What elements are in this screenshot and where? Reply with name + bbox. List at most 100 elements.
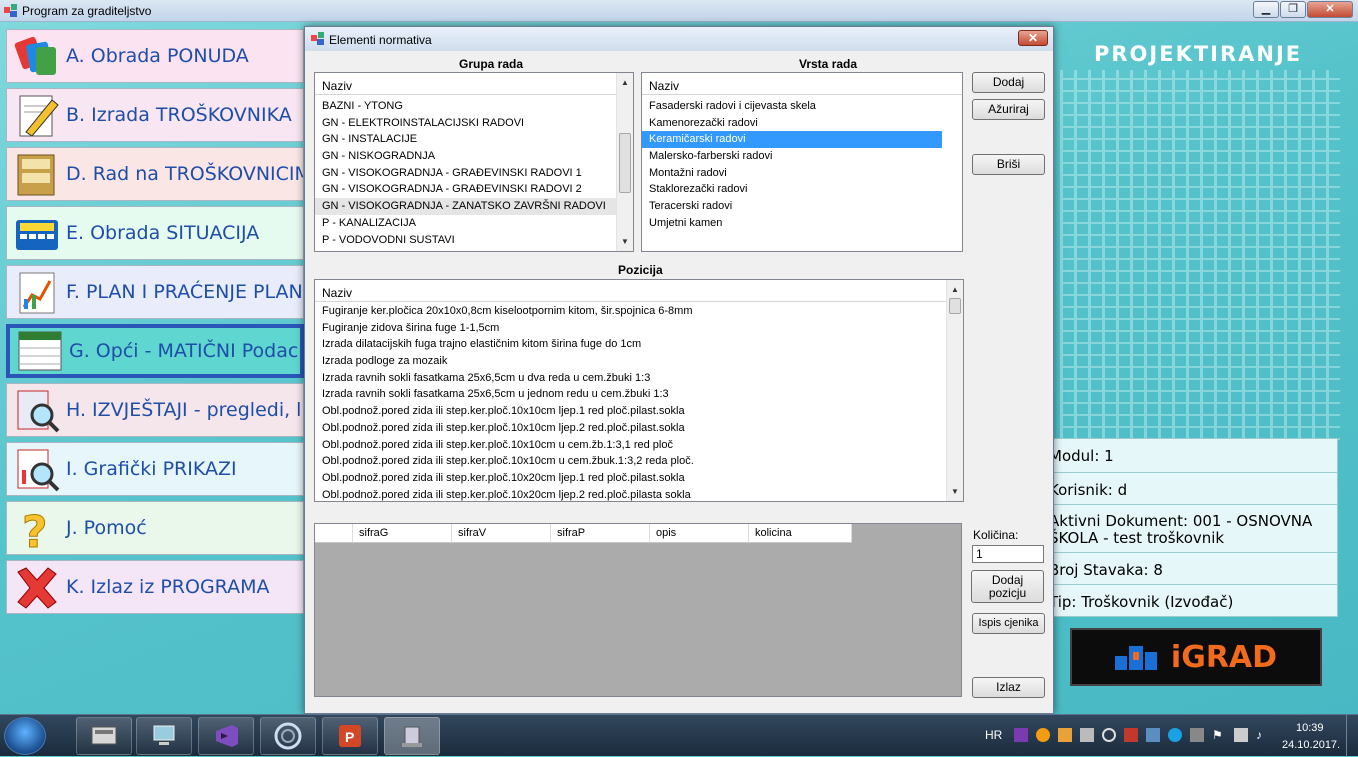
menu-item-h[interactable]: H. IZVJEŠTAJI - pregledi, liste: [6, 383, 304, 437]
vrsta-rada-item[interactable]: Kamenorezački radovi: [642, 115, 942, 132]
grid-header: sifraG sifraV sifraP opis kolicina: [315, 524, 852, 543]
dodaj-button[interactable]: Dodaj: [972, 72, 1045, 93]
menu-item-a[interactable]: A. Obrada PONUDA: [6, 29, 304, 83]
pozicija-item[interactable]: Obl.podnož.pored zida ili step.ker.ploč.…: [315, 420, 945, 437]
grupa-rada-item[interactable]: P - KANALIZACIJA: [315, 215, 618, 232]
igrad-logo-text: iGRAD: [1170, 639, 1278, 675]
maximize-button[interactable]: ❐: [1280, 1, 1306, 18]
close-button[interactable]: ✕: [1307, 1, 1353, 18]
grupa-rada-item[interactable]: GN - VISOKOGRADNJA - GRAĐEVINSKI RADOVI …: [315, 165, 618, 182]
grupa-rada-item[interactable]: GN - INSTALACIJE: [315, 131, 618, 148]
menu-item-d[interactable]: D. Rad na TROŠKOVNICIMA: [6, 147, 304, 201]
tray-swirl-icon[interactable]: [1102, 728, 1116, 742]
show-desktop-button[interactable]: [1346, 715, 1358, 757]
menu-item-b[interactable]: B. Izrada TROŠKOVNIKA: [6, 88, 304, 142]
grupa-rada-item[interactable]: GN - NISKOGRADNJA: [315, 148, 618, 165]
grupa-rada-scrollbar[interactable]: ▲ ▼: [616, 73, 633, 251]
info-korisnik: Korisnik: d: [1044, 472, 1338, 505]
izlaz-button[interactable]: Izlaz: [972, 677, 1045, 698]
taskbar-active-app-icon[interactable]: [384, 717, 440, 755]
tray-screen-icon[interactable]: [1190, 728, 1204, 742]
info-stavke: Broj Stavaka: 8: [1044, 552, 1338, 585]
pozicija-item[interactable]: Fugiranje zidova širina fuge 1-1,5cm: [315, 320, 945, 337]
pozicija-item[interactable]: Izrada ravnih sokli fasatkama 25x6,5cm u…: [315, 370, 945, 387]
volume-icon[interactable]: ♪: [1256, 728, 1270, 742]
projektiranje-header: PROJEKTIRANJE: [1094, 42, 1303, 66]
info-modul: Modul: 1: [1044, 438, 1338, 473]
pozicija-scrollbar[interactable]: ▲ ▼: [946, 280, 963, 501]
grid-col-opis[interactable]: opis: [650, 524, 749, 542]
menu-item-label: B. Izrada TROŠKOVNIKA: [66, 104, 292, 126]
pozicija-item[interactable]: Obl.podnož.pored zida ili step.ker.ploč.…: [315, 403, 945, 420]
pozicija-list[interactable]: Naziv Fugiranje ker.pločica 20x10x0,8cm …: [314, 279, 964, 502]
taskbar-app-swirl-icon[interactable]: [260, 717, 316, 755]
pozicija-item[interactable]: Obl.podnož.pored zida ili step.ker.ploč.…: [315, 453, 945, 470]
dialog-close-button[interactable]: ✕: [1018, 30, 1048, 46]
pozicija-item[interactable]: Izrada ravnih sokli fasatkama 25x6,5cm u…: [315, 386, 945, 403]
tray-usb-icon[interactable]: [1080, 728, 1094, 742]
menu-item-e[interactable]: E. Obrada SITUACIJA: [6, 206, 304, 260]
grupa-rada-item[interactable]: GN - VISOKOGRADNJA - ZANATSKO ZAVRŠNI RA…: [315, 198, 618, 215]
stavke-grid[interactable]: sifraG sifraV sifraP opis kolicina: [314, 523, 962, 697]
grid-col-sifrav[interactable]: sifraV: [452, 524, 551, 542]
tray-folder-icon[interactable]: [1058, 728, 1072, 742]
vrsta-rada-item[interactable]: Montažni radovi: [642, 165, 942, 182]
grupa-rada-item[interactable]: P - VODOVODNI SUSTAVI: [315, 232, 618, 249]
tray-acrobat-icon[interactable]: [1124, 728, 1138, 742]
vrsta-rada-item[interactable]: Fasaderski radovi i cijevasta skela: [642, 98, 942, 115]
menu-item-f[interactable]: F. PLAN I PRAĆENJE PLANA: [6, 265, 304, 319]
grupa-rada-item[interactable]: BAZNI - YTONG: [315, 98, 618, 115]
menu-item-i[interactable]: I. Grafički PRIKAZI: [6, 442, 304, 496]
onenote-icon[interactable]: [1014, 728, 1028, 742]
start-button[interactable]: [4, 717, 46, 755]
tray-skype-icon[interactable]: [1168, 728, 1182, 742]
ispis-cjenika-button[interactable]: Ispis cjenika: [972, 613, 1045, 634]
grupa-rada-item[interactable]: GN - VISOKOGRADNJA - GRAĐEVINSKI RADOVI …: [315, 181, 618, 198]
grupa-rada-list[interactable]: Naziv BAZNI - YTONG GN - ELEKTROINSTALACI…: [314, 72, 634, 252]
scroll-down-icon[interactable]: ▼: [951, 487, 959, 496]
vrsta-rada-item[interactable]: Teracerski radovi: [642, 198, 942, 215]
azuriraj-button[interactable]: Ažuriraj: [972, 99, 1045, 120]
taskbar-visual-studio-icon[interactable]: [198, 717, 254, 755]
taskbar-network-icon[interactable]: [136, 717, 192, 755]
vrsta-rada-item[interactable]: Staklorezački radovi: [642, 181, 942, 198]
minimize-button[interactable]: ▁: [1253, 1, 1279, 18]
scroll-thumb[interactable]: [619, 133, 631, 193]
grid-col-kolicina[interactable]: kolicina: [749, 524, 852, 542]
vrsta-rada-item[interactable]: Keramičarski radovi: [642, 131, 942, 149]
pozicija-item[interactable]: Obl.podnož.pored zida ili step.ker.ploč.…: [315, 470, 945, 487]
menu-item-j[interactable]: ? J. Pomoć: [6, 501, 304, 555]
menu-item-g[interactable]: G. Opći - MATIČNI Podaci: [6, 324, 304, 378]
network-icon[interactable]: [1234, 728, 1248, 742]
taskbar-app-1-icon[interactable]: [76, 717, 132, 755]
grupa-rada-item[interactable]: GN - ELEKTROINSTALACIJSKI RADOVI: [315, 115, 618, 132]
kolicina-input[interactable]: [972, 545, 1044, 563]
pozicija-item[interactable]: Izrada podloge za mozaik: [315, 353, 945, 370]
vrsta-rada-list[interactable]: Naziv Fasaderski radovi i cijevasta skel…: [641, 72, 963, 252]
grupa-rada-header: Naziv: [315, 73, 633, 95]
vrsta-rada-item[interactable]: Umjetni kamen: [642, 215, 942, 232]
igrad-logo-icon: [1114, 646, 1157, 670]
pozicija-item[interactable]: Obl.podnož.pored zida ili step.ker.ploč.…: [315, 437, 945, 454]
scroll-thumb[interactable]: [949, 298, 961, 314]
pozicija-item[interactable]: Izrada dilatacijskih fuga trajno elastič…: [315, 336, 945, 353]
menu-item-k[interactable]: K. Izlaz iz PROGRAMA: [6, 560, 304, 614]
action-center-flag-icon[interactable]: ⚑: [1212, 728, 1226, 742]
pozicija-item[interactable]: Fugiranje ker.pločica 20x10x0,8cm kiselo…: [315, 303, 945, 320]
scroll-down-icon[interactable]: ▼: [621, 237, 629, 246]
info-dokument: Aktivni Dokument: 001 - OSNOVNA ŠKOLA - …: [1044, 504, 1338, 553]
grid-col-sifrap[interactable]: sifraP: [551, 524, 650, 542]
language-indicator[interactable]: HR: [985, 728, 1002, 742]
brisi-button[interactable]: Briši: [972, 154, 1045, 175]
grid-col-sifrag[interactable]: sifraG: [353, 524, 452, 542]
tray-monitor-icon[interactable]: [1146, 728, 1160, 742]
scroll-up-icon[interactable]: ▲: [951, 285, 959, 294]
pozicija-item[interactable]: Obl.podnož.pored zida ili step.ker.ploč.…: [315, 487, 945, 501]
clock-date[interactable]: 24.10.2017.: [1282, 739, 1340, 751]
tray-orange-icon[interactable]: [1036, 728, 1050, 742]
taskbar-powerpoint-icon[interactable]: P: [322, 717, 378, 755]
clock-time[interactable]: 10:39: [1296, 722, 1324, 734]
dodaj-poziciju-button[interactable]: Dodaj pozicju: [971, 570, 1044, 603]
vrsta-rada-item[interactable]: Malersko-farberski radovi: [642, 148, 942, 165]
scroll-up-icon[interactable]: ▲: [621, 78, 629, 87]
